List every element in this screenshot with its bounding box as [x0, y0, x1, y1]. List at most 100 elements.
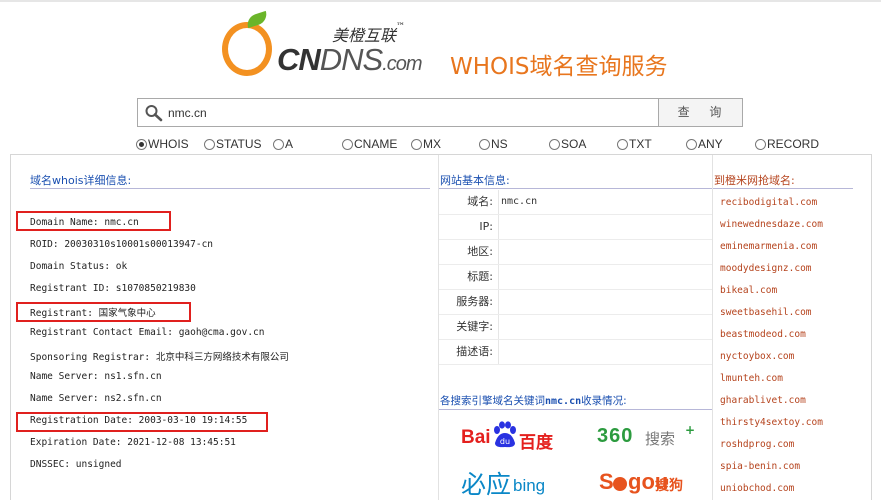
- bing-logo-cn: 必应: [461, 470, 512, 499]
- whois-registration-date: Registration Date: 2003-03-10 19:14:55: [30, 415, 248, 426]
- radio-cname[interactable]: CNAME: [342, 136, 397, 152]
- domain-offers: 到橙米网抢域名: recibodigital.com winewednesdaz…: [713, 155, 871, 500]
- sogou-logo-s: S: [599, 469, 614, 494]
- radio-a[interactable]: A: [273, 136, 293, 152]
- whois-domain-name: Domain Name: nmc.cn: [30, 217, 139, 228]
- radio-record[interactable]: RECORD: [755, 136, 819, 152]
- results-panel: 域名whois详细信息: Domain Name: nmc.cn ROID: 2…: [10, 154, 872, 500]
- whois-registrant-id: Registrant ID: s1070850219830: [30, 283, 196, 294]
- domain-link[interactable]: uniobchod.com: [720, 483, 794, 494]
- info-value: [498, 290, 712, 314]
- s360-link[interactable]: 360 搜索 +: [597, 419, 697, 455]
- sogou-o-icon: [613, 477, 627, 491]
- s360-plus-icon: +: [685, 423, 696, 437]
- domain-link[interactable]: roshdprog.com: [720, 439, 794, 450]
- domain-link[interactable]: nyctoybox.com: [720, 351, 794, 362]
- info-row-region: 地区:: [439, 240, 712, 265]
- info-row-title: 标题:: [439, 265, 712, 290]
- radio-icon: [549, 138, 560, 150]
- domain-link[interactable]: moodydesignz.com: [720, 263, 812, 274]
- title-divider: [30, 188, 430, 189]
- radio-label: A: [285, 137, 294, 151]
- radio-label: SOA: [561, 137, 587, 151]
- info-value: [498, 340, 712, 364]
- orange-logo-icon: [222, 22, 272, 76]
- svg-text:du: du: [500, 437, 510, 446]
- radio-icon: [755, 138, 766, 150]
- site-info-title: 网站基本信息:: [440, 174, 510, 187]
- info-label: 描述语:: [456, 345, 493, 358]
- info-value: [498, 315, 712, 339]
- brand-english-name: CNDNS.com: [277, 42, 423, 77]
- radio-whois[interactable]: WHOIS: [136, 136, 189, 152]
- info-label: IP:: [479, 220, 493, 233]
- baidu-logo-text: Bai: [461, 427, 491, 448]
- radio-label: NS: [491, 137, 508, 151]
- service-title: WHOIS域名查询服务: [450, 54, 668, 80]
- bing-link[interactable]: 必应 bing: [461, 463, 557, 499]
- info-value: nmc.cn: [498, 190, 712, 214]
- info-value: [498, 240, 712, 264]
- radio-soa[interactable]: SOA: [549, 136, 586, 152]
- info-row-domain: 域名: nmc.cn: [439, 190, 712, 215]
- top-border: [0, 0, 881, 2]
- sogou-link[interactable]: S gou 搜狗: [599, 465, 695, 500]
- radio-label: CNAME: [354, 137, 398, 151]
- baidu-paw-icon: du: [494, 421, 516, 448]
- radio-label: RECORD: [767, 137, 820, 151]
- info-value: [498, 265, 712, 289]
- info-row-server: 服务器:: [439, 290, 712, 315]
- domain-link[interactable]: gharablivet.com: [720, 395, 806, 406]
- domain-link[interactable]: spia-benin.com: [720, 461, 800, 472]
- info-label: 地区:: [467, 245, 493, 258]
- info-row-keywords: 关键字:: [439, 315, 712, 340]
- info-row-description: 描述语:: [439, 340, 712, 365]
- radio-label: ANY: [698, 137, 723, 151]
- s360-logo-cn: 搜索: [645, 430, 676, 448]
- radio-any[interactable]: ANY: [686, 136, 723, 152]
- radio-txt[interactable]: TXT: [617, 136, 652, 152]
- whois-name-server-1: Name Server: ns1.sfn.cn: [30, 371, 162, 382]
- info-label: 域名:: [467, 195, 493, 208]
- radio-label: WHOIS: [148, 137, 189, 151]
- site-logo[interactable]: 美橙互联™ CNDNS.com WHOIS域名查询服务: [220, 8, 670, 84]
- radio-icon: [617, 138, 628, 150]
- radio-icon: [411, 138, 422, 150]
- domain-link[interactable]: eminemarmenia.com: [720, 241, 817, 252]
- domain-offers-title: 到橙米网抢域名:: [714, 174, 795, 187]
- domain-link[interactable]: beastmodeod.com: [720, 329, 806, 340]
- domain-link[interactable]: winewednesdaze.com: [720, 219, 823, 230]
- radio-status[interactable]: STATUS: [204, 136, 262, 152]
- bing-logo-en: bing: [513, 476, 546, 495]
- whois-contact-email: Registrant Contact Email: gaoh@cma.gov.c…: [30, 327, 265, 338]
- whois-expiration-date: Expiration Date: 2021-12-08 13:45:51: [30, 437, 236, 448]
- domain-link[interactable]: sweetbasehil.com: [720, 307, 812, 318]
- radio-icon: [273, 138, 284, 150]
- radio-mx[interactable]: MX: [411, 136, 441, 152]
- info-label: 关键字:: [456, 320, 493, 333]
- baidu-link[interactable]: Bai du 百度: [461, 419, 557, 455]
- whois-registrant: Registrant: 国家气象中心: [30, 308, 156, 319]
- whois-sponsoring-registrar: Sponsoring Registrar: 北京中科三方网络技术有限公司: [30, 352, 289, 363]
- search-input[interactable]: [168, 102, 648, 123]
- domain-link[interactable]: recibodigital.com: [720, 197, 817, 208]
- whois-title: 域名whois详细信息:: [30, 174, 132, 187]
- radio-ns[interactable]: NS: [479, 136, 508, 152]
- radio-label: STATUS: [216, 137, 262, 151]
- whois-roid: ROID: 20030310s10001s00013947-cn: [30, 239, 214, 250]
- radio-label: TXT: [629, 137, 652, 151]
- site-info: 网站基本信息: 域名: nmc.cn IP: 地区: 标题: 服务器: 关键字:…: [439, 155, 713, 500]
- info-value: [498, 215, 712, 239]
- search-engine-title: 各搜索引擎域名关键词nmc.cn收录情况:: [440, 395, 627, 407]
- search-icon: [145, 105, 163, 122]
- info-label: 服务器:: [456, 295, 493, 308]
- title-divider: [713, 188, 853, 189]
- search-bar: 查 询: [137, 98, 743, 127]
- domain-link[interactable]: lmunteh.com: [720, 373, 783, 384]
- search-button[interactable]: 查 询: [658, 98, 743, 127]
- whois-dnssec: DNSSEC: unsigned: [30, 459, 122, 470]
- domain-link[interactable]: thirsty4sextoy.com: [720, 417, 823, 428]
- sogou-logo-cn: 搜狗: [655, 478, 683, 494]
- domain-link[interactable]: bikeal.com: [720, 285, 777, 296]
- whois-details: 域名whois详细信息: Domain Name: nmc.cn ROID: 2…: [11, 155, 439, 500]
